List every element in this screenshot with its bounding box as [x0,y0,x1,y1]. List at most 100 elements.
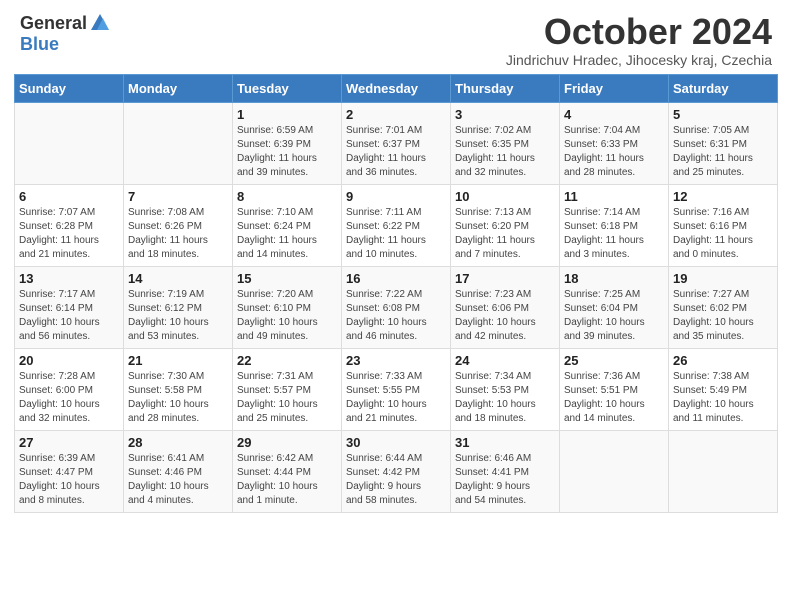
header-cell-monday: Monday [124,74,233,102]
day-number: 14 [128,271,228,286]
day-detail: Sunrise: 7:14 AM Sunset: 6:18 PM Dayligh… [564,206,664,262]
logo-blue-text: Blue [20,34,59,55]
calendar-cell: 19 Sunrise: 7:27 AM Sunset: 6:02 PM Dayli… [669,266,778,348]
logo: General Blue [20,12,111,55]
day-number: 9 [346,189,446,204]
location-subtitle: Jindrichuv Hradec, Jihocesky kraj, Czech… [506,52,772,68]
day-detail: Sunrise: 7:04 AM Sunset: 6:33 PM Dayligh… [564,124,664,180]
day-number: 25 [564,353,664,368]
day-number: 24 [455,353,555,368]
day-number: 21 [128,353,228,368]
day-detail: Sunrise: 7:05 AM Sunset: 6:31 PM Dayligh… [673,124,773,180]
day-detail: Sunrise: 7:27 AM Sunset: 6:02 PM Dayligh… [673,288,773,344]
day-number: 1 [237,107,337,122]
calendar-cell: 6 Sunrise: 7:07 AM Sunset: 6:28 PM Daylig… [15,184,124,266]
calendar-cell: 9 Sunrise: 7:11 AM Sunset: 6:22 PM Daylig… [342,184,451,266]
week-row-4: 27Sunrise: 6:39 AM Sunset: 4:47 PM Dayli… [15,430,778,512]
header-cell-friday: Friday [560,74,669,102]
day-number: 19 [673,271,773,286]
day-number: 5 [673,107,773,122]
day-number: 18 [564,271,664,286]
day-number: 12 [673,189,773,204]
day-detail: Sunrise: 7:22 AM Sunset: 6:08 PM Dayligh… [346,288,446,344]
week-row-1: 6 Sunrise: 7:07 AM Sunset: 6:28 PM Daylig… [15,184,778,266]
week-row-2: 13 Sunrise: 7:17 AM Sunset: 6:14 PM Dayli… [15,266,778,348]
day-number: 6 [19,189,119,204]
day-number: 15 [237,271,337,286]
header-cell-sunday: Sunday [15,74,124,102]
day-number: 16 [346,271,446,286]
day-detail: Sunrise: 6:44 AM Sunset: 4:42 PM Dayligh… [346,452,446,508]
calendar-cell: 11 Sunrise: 7:14 AM Sunset: 6:18 PM Dayli… [560,184,669,266]
day-detail: Sunrise: 6:41 AM Sunset: 4:46 PM Dayligh… [128,452,228,508]
calendar-cell: 10Sunrise: 7:13 AM Sunset: 6:20 PM Dayli… [451,184,560,266]
day-detail: Sunrise: 6:42 AM Sunset: 4:44 PM Dayligh… [237,452,337,508]
day-detail: Sunrise: 7:36 AM Sunset: 5:51 PM Dayligh… [564,370,664,426]
calendar-cell: 30Sunrise: 6:44 AM Sunset: 4:42 PM Dayli… [342,430,451,512]
calendar-cell: 17 Sunrise: 7:23 AM Sunset: 6:06 PM Dayli… [451,266,560,348]
day-detail: Sunrise: 7:02 AM Sunset: 6:35 PM Dayligh… [455,124,555,180]
day-detail: Sunrise: 7:20 AM Sunset: 6:10 PM Dayligh… [237,288,337,344]
calendar-cell: 5 Sunrise: 7:05 AM Sunset: 6:31 PM Daylig… [669,102,778,184]
day-number: 17 [455,271,555,286]
calendar-cell: 23Sunrise: 7:33 AM Sunset: 5:55 PM Dayli… [342,348,451,430]
day-number: 7 [128,189,228,204]
calendar-cell: 28 Sunrise: 6:41 AM Sunset: 4:46 PM Dayli… [124,430,233,512]
logo-general-text: General [20,13,87,34]
logo-icon [89,12,111,34]
day-detail: Sunrise: 7:01 AM Sunset: 6:37 PM Dayligh… [346,124,446,180]
day-number: 31 [455,435,555,450]
day-number: 26 [673,353,773,368]
day-number: 28 [128,435,228,450]
day-number: 11 [564,189,664,204]
header-row: SundayMondayTuesdayWednesdayThursdayFrid… [15,74,778,102]
header-cell-wednesday: Wednesday [342,74,451,102]
day-number: 4 [564,107,664,122]
calendar-cell: 20Sunrise: 7:28 AM Sunset: 6:00 PM Dayli… [15,348,124,430]
calendar-cell: 3 Sunrise: 7:02 AM Sunset: 6:35 PM Daylig… [451,102,560,184]
header-cell-saturday: Saturday [669,74,778,102]
calendar-cell: 16 Sunrise: 7:22 AM Sunset: 6:08 PM Dayli… [342,266,451,348]
day-number: 8 [237,189,337,204]
calendar-cell: 1 Sunrise: 6:59 AM Sunset: 6:39 PM Daylig… [233,102,342,184]
week-row-3: 20Sunrise: 7:28 AM Sunset: 6:00 PM Dayli… [15,348,778,430]
day-detail: Sunrise: 7:16 AM Sunset: 6:16 PM Dayligh… [673,206,773,262]
day-number: 10 [455,189,555,204]
calendar-cell [669,430,778,512]
calendar-cell: 21Sunrise: 7:30 AM Sunset: 5:58 PM Dayli… [124,348,233,430]
day-detail: Sunrise: 6:46 AM Sunset: 4:41 PM Dayligh… [455,452,555,508]
calendar-container: SundayMondayTuesdayWednesdayThursdayFrid… [0,74,792,523]
page-header: General Blue October 2024 Jindrichuv Hra… [0,0,792,74]
header-cell-tuesday: Tuesday [233,74,342,102]
day-detail: Sunrise: 7:07 AM Sunset: 6:28 PM Dayligh… [19,206,119,262]
day-detail: Sunrise: 7:25 AM Sunset: 6:04 PM Dayligh… [564,288,664,344]
calendar-cell [15,102,124,184]
day-detail: Sunrise: 7:17 AM Sunset: 6:14 PM Dayligh… [19,288,119,344]
calendar-table: SundayMondayTuesdayWednesdayThursdayFrid… [14,74,778,513]
day-detail: Sunrise: 7:34 AM Sunset: 5:53 PM Dayligh… [455,370,555,426]
calendar-cell [124,102,233,184]
calendar-header: SundayMondayTuesdayWednesdayThursdayFrid… [15,74,778,102]
calendar-cell: 22Sunrise: 7:31 AM Sunset: 5:57 PM Dayli… [233,348,342,430]
day-detail: Sunrise: 7:11 AM Sunset: 6:22 PM Dayligh… [346,206,446,262]
calendar-body: 1 Sunrise: 6:59 AM Sunset: 6:39 PM Daylig… [15,102,778,512]
calendar-cell: 12 Sunrise: 7:16 AM Sunset: 6:16 PM Dayli… [669,184,778,266]
calendar-cell: 2 Sunrise: 7:01 AM Sunset: 6:37 PM Daylig… [342,102,451,184]
day-detail: Sunrise: 7:33 AM Sunset: 5:55 PM Dayligh… [346,370,446,426]
day-number: 22 [237,353,337,368]
day-detail: Sunrise: 7:23 AM Sunset: 6:06 PM Dayligh… [455,288,555,344]
day-detail: Sunrise: 6:59 AM Sunset: 6:39 PM Dayligh… [237,124,337,180]
week-row-0: 1 Sunrise: 6:59 AM Sunset: 6:39 PM Daylig… [15,102,778,184]
day-detail: Sunrise: 7:08 AM Sunset: 6:26 PM Dayligh… [128,206,228,262]
day-number: 3 [455,107,555,122]
day-number: 2 [346,107,446,122]
calendar-cell: 4 Sunrise: 7:04 AM Sunset: 6:33 PM Daylig… [560,102,669,184]
day-number: 13 [19,271,119,286]
calendar-cell: 31 Sunrise: 6:46 AM Sunset: 4:41 PM Dayli… [451,430,560,512]
day-number: 20 [19,353,119,368]
calendar-cell [560,430,669,512]
calendar-cell: 15 Sunrise: 7:20 AM Sunset: 6:10 PM Dayli… [233,266,342,348]
day-detail: Sunrise: 7:19 AM Sunset: 6:12 PM Dayligh… [128,288,228,344]
calendar-cell: 18 Sunrise: 7:25 AM Sunset: 6:04 PM Dayli… [560,266,669,348]
day-number: 29 [237,435,337,450]
